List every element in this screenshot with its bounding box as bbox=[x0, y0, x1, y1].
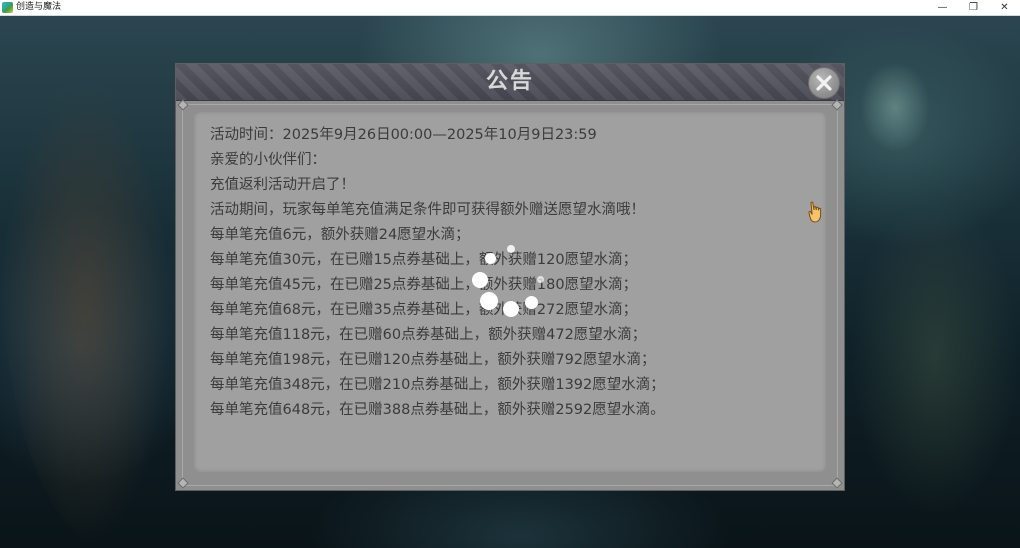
spinner-dot bbox=[503, 301, 519, 317]
announcement-line: 亲爱的小伙伴们： bbox=[210, 152, 326, 168]
window-title: 创造与魔法 bbox=[16, 2, 62, 12]
spinner-dot bbox=[537, 276, 544, 283]
spinner-dot bbox=[485, 253, 496, 264]
window-title-bar: 创造与魔法 — ❐ ✕ bbox=[0, 0, 1020, 16]
spinner-dot bbox=[472, 272, 488, 288]
close-window-button[interactable]: ✕ bbox=[989, 0, 1020, 15]
minimize-button[interactable]: — bbox=[927, 0, 958, 15]
announcement-line: 每单笔充值6元，额外获赠24愿望水滴； bbox=[210, 227, 470, 243]
spinner-dot bbox=[525, 296, 538, 309]
announcement-line: 每单笔充值118元，在已赠60点券基础上，额外获赠472愿望水滴； bbox=[210, 327, 647, 343]
announcement-line: 每单笔充值198元，在已赠120点券基础上，额外获赠792愿望水滴； bbox=[210, 352, 656, 368]
pointing-hand-cursor-icon bbox=[808, 201, 822, 223]
announcement-line: 每单笔充值45元，在已赠25点券基础上，额外获赠180愿望水滴； bbox=[210, 277, 638, 293]
window-controls: — ❐ ✕ bbox=[927, 0, 1020, 15]
spinner-dot bbox=[507, 245, 515, 253]
restore-button[interactable]: ❐ bbox=[958, 0, 989, 15]
app-logo-icon bbox=[2, 2, 13, 13]
announcement-line: 活动期间，玩家每单笔充值满足条件即可获得额外赠送愿望水滴哦！ bbox=[210, 202, 645, 218]
announcement-line: 每单笔充值648元，在已赠388点券基础上，额外获赠2592愿望水滴。 bbox=[210, 402, 665, 418]
announcement-line: 充值返利活动开启了！ bbox=[210, 177, 355, 193]
dialog-title: 公告 bbox=[485, 69, 534, 94]
announcement-line: 每单笔充值68元，在已赠35点券基础上，额外获赠272愿望水滴； bbox=[210, 302, 638, 318]
close-dialog-button[interactable] bbox=[808, 67, 840, 99]
scene-fish-shape bbox=[860, 62, 930, 152]
scene-glow-right bbox=[850, 196, 1020, 516]
close-x-icon bbox=[816, 75, 832, 91]
announcement-line: 每单笔充值30元，在已赠15点券基础上，额外获赠120愿望水滴； bbox=[210, 252, 638, 268]
announcement-text: 活动时间：2025年9月26日00:00—2025年10月9日23:59 亲爱的… bbox=[210, 123, 830, 423]
announcement-line: 活动时间：2025年9月26日00:00—2025年10月9日23:59 bbox=[210, 127, 597, 143]
announcement-line: 每单笔充值348元，在已赠210点券基础上，额外获赠1392愿望水滴； bbox=[210, 377, 665, 393]
spinner-dot bbox=[480, 292, 498, 310]
scene-glow-left bbox=[0, 76, 170, 546]
